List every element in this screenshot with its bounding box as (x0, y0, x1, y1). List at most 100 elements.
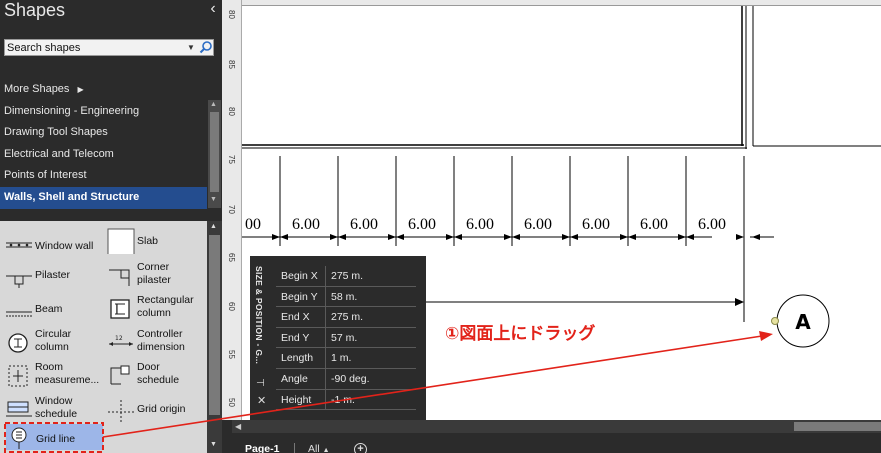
shape-label: Pilaster (35, 269, 71, 281)
shape-room-measurement[interactable]: Room measureme... (5, 361, 107, 391)
shape-controller-dimension[interactable]: 12 Controller dimension (107, 328, 203, 358)
sp-row-length[interactable]: Length 1 m. (276, 348, 416, 369)
scroll-up-icon[interactable]: ▲ (210, 223, 217, 230)
sp-row-end-y[interactable]: End Y 57 m. (276, 327, 416, 349)
category-dimensioning-engineering[interactable]: Dimensioning - Engineering (0, 101, 207, 123)
shape-label: Grid line (36, 433, 76, 445)
search-icon[interactable] (199, 40, 213, 55)
sp-row-angle[interactable]: Angle -90 deg. (276, 368, 416, 390)
window-wall-icon (6, 242, 32, 248)
beam-icon (6, 311, 32, 317)
sp-key: Begin X (276, 266, 326, 286)
stencil-scroll-thumb[interactable] (209, 235, 220, 415)
shape-window-schedule[interactable]: Window schedule (5, 395, 105, 425)
scroll-down-icon[interactable]: ▼ (210, 196, 217, 203)
shape-rectangular-column[interactable]: I Rectangular column (107, 294, 203, 324)
dimension-text: 6.00 (350, 216, 378, 233)
search-input[interactable] (7, 40, 183, 55)
search-dropdown-icon[interactable]: ▼ (187, 40, 195, 55)
sp-value[interactable]: 57 m. (326, 328, 357, 348)
dimension-text: 6.00 (292, 216, 320, 233)
shape-label: Rectangular column (137, 294, 194, 320)
horizontal-scrollbar[interactable]: ◀ (232, 420, 881, 433)
sp-key: Height (276, 389, 326, 410)
sp-row-begin-y[interactable]: Begin Y 58 m. (276, 286, 416, 308)
sp-value[interactable]: 1 m. (326, 348, 351, 368)
shape-beam[interactable]: Beam (5, 299, 105, 329)
sp-row-height[interactable]: Height -1 m. (276, 389, 416, 411)
shape-label-line2: dimension (137, 341, 185, 353)
dimension-text: 6.00 (698, 216, 726, 233)
sp-key: End X (276, 307, 326, 327)
stencil-scrollbar[interactable]: ▲ ▼ (207, 221, 222, 453)
shape-circular-column[interactable]: Circular column (5, 328, 105, 358)
sp-value[interactable]: 275 m. (326, 307, 363, 327)
room-measurement-icon (8, 365, 28, 387)
category-scrollbar[interactable]: ▲ ▼ (208, 100, 221, 208)
shape-label: Corner pilaster (137, 261, 171, 287)
shape-corner-pilaster[interactable]: Corner pilaster (107, 261, 203, 291)
sp-value[interactable]: -1 m. (326, 390, 355, 410)
ruler-label: 75 (227, 155, 236, 164)
scroll-down-icon[interactable]: ▼ (210, 441, 217, 448)
collapse-panel-button[interactable]: ‹ (206, 0, 220, 18)
shape-label-line2: schedule (35, 408, 78, 420)
shape-door-schedule[interactable]: Door schedule (107, 361, 203, 391)
sp-row-end-x[interactable]: End X 275 m. (276, 307, 416, 328)
dimension-text: 6.00 (582, 216, 610, 233)
scroll-up-icon[interactable]: ▲ (210, 101, 217, 108)
shape-label: Beam (35, 303, 63, 315)
tab-all-label: All (308, 443, 320, 453)
ruler-label: 60 (227, 302, 236, 311)
horizontal-scroll-thumb[interactable] (794, 422, 881, 431)
category-walls-shell-structure[interactable]: Walls, Shell and Structure (0, 186, 207, 209)
ruler-label: 70 (227, 205, 236, 214)
stencil-shapes: Window wall Slab Pilaster Corner pilaster… (0, 221, 207, 453)
category-electrical-telecom[interactable]: Electrical and Telecom (0, 144, 207, 166)
tab-all[interactable]: All ▲ (308, 443, 330, 453)
size-position-panel: SIZE & POSITION - G... ⊣ ✕ Begin X 275 m.… (250, 256, 426, 420)
shape-pilaster[interactable]: Pilaster (5, 265, 105, 295)
category-more-shapes[interactable]: More Shapes ▶ (0, 79, 207, 101)
category-label: Dimensioning - Engineering (4, 104, 140, 117)
shape-grid-line[interactable]: Grid line (6, 424, 103, 450)
ruler-label: 80 (227, 10, 236, 19)
ruler-label: 85 (227, 60, 236, 69)
pin-icon[interactable]: ⊣ (256, 378, 265, 389)
chevron-right-icon: ▶ (77, 85, 84, 94)
add-page-button[interactable]: + (354, 443, 367, 453)
category-label: Points of Interest (4, 169, 87, 182)
shape-window-wall[interactable]: Window wall (5, 231, 105, 261)
shape-label-line2: column (35, 341, 69, 353)
dimension-text: 6.00 (524, 216, 552, 233)
shape-slab[interactable]: Slab (107, 226, 203, 256)
sp-value[interactable]: 58 m. (326, 287, 357, 307)
category-scroll-thumb[interactable] (210, 112, 219, 192)
sp-value[interactable]: 275 m. (326, 266, 363, 286)
dimension-text: 6.00 (640, 216, 668, 233)
category-drawing-tool-shapes[interactable]: Drawing Tool Shapes (0, 122, 207, 144)
close-icon[interactable]: ✕ (257, 394, 266, 407)
connection-handle[interactable] (771, 317, 779, 325)
search-box[interactable]: ▼ (4, 39, 214, 56)
shape-label-line1: Door (137, 361, 160, 373)
size-position-rows: Begin X 275 m. Begin Y 58 m. End X 275 m. E… (276, 266, 416, 411)
shape-grid-origin[interactable]: Grid origin (107, 395, 203, 425)
tab-page-1[interactable]: Page-1 (245, 443, 279, 453)
circular-column-icon (8, 333, 28, 353)
grid-line-icon (11, 427, 27, 449)
rectangular-column-icon: I (110, 299, 130, 319)
shape-label-line2: column (137, 307, 171, 319)
ruler-label: 55 (227, 350, 236, 359)
shape-label-line2: measureme... (35, 374, 100, 386)
category-points-of-interest[interactable]: Points of Interest (0, 165, 207, 187)
category-list: More Shapes ▶ Dimensioning - Engineering … (0, 79, 207, 209)
window-schedule-icon (6, 401, 32, 417)
sp-value[interactable]: -90 deg. (326, 369, 370, 389)
sp-row-begin-x[interactable]: Begin X 275 m. (276, 266, 416, 287)
gridline-arrow-head (735, 298, 744, 306)
scroll-left-icon[interactable]: ◀ (235, 420, 241, 433)
door-schedule-icon (110, 365, 130, 385)
shape-label-line1: Rectangular (137, 294, 194, 306)
svg-text:12: 12 (115, 335, 123, 342)
